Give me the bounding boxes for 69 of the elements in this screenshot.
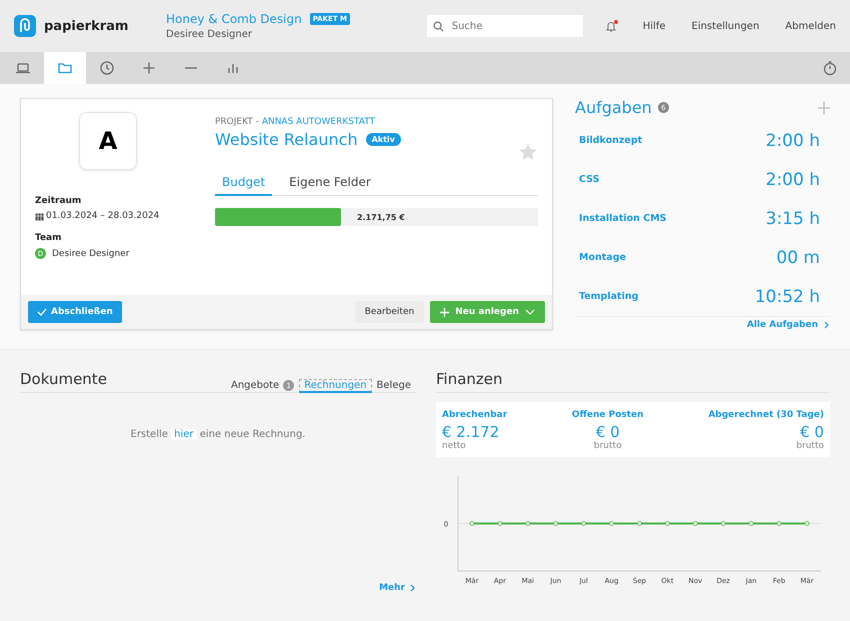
add-task-button[interactable]	[818, 102, 830, 114]
team-label: Team	[35, 233, 62, 243]
notification-button[interactable]	[604, 20, 617, 32]
plus-icon	[818, 102, 830, 114]
customer-link[interactable]: ANNAS AUTOWERKSTATT	[262, 117, 376, 127]
project-title: Website Relaunch	[215, 130, 358, 149]
documents-title: Dokumente	[20, 370, 107, 390]
chevron-right-icon	[822, 320, 830, 330]
paperclip-logo-icon	[14, 15, 36, 37]
document-tab[interactable]: Rechnungen	[299, 379, 372, 393]
task-name[interactable]: CSS	[579, 174, 600, 185]
header-link[interactable]: Abmelden	[785, 20, 836, 32]
user-name: Desiree Designer	[166, 29, 254, 40]
caret-icon	[525, 309, 535, 315]
member-name: Desiree Designer	[52, 248, 130, 258]
stat-value: € 2.172	[442, 423, 500, 441]
header-link[interactable]: Einstellungen	[692, 20, 760, 32]
tasks-title: Aufgaben	[575, 98, 652, 117]
all-tasks-link[interactable]: Alle Aufgaben	[575, 316, 830, 330]
stat-label[interactable]: Abgerechnet (30 Tage)	[708, 410, 824, 420]
task-name[interactable]: Installation CMS	[579, 213, 666, 224]
project-logo: A	[79, 112, 137, 170]
edit-button[interactable]: Bearbeiten	[354, 301, 424, 323]
finances-title: Finanzen	[436, 370, 503, 390]
stat-value: € 0	[596, 423, 620, 441]
stat-note: brutto	[796, 441, 824, 451]
new-button[interactable]: Neu anlegen	[430, 301, 545, 323]
task-time: 00 m	[776, 248, 820, 268]
stopwatch-icon	[822, 60, 838, 76]
stat-note: netto	[442, 441, 466, 451]
empty-message: Erstelle hier eine neue Rechnung.	[130, 429, 306, 440]
plus-icon	[141, 60, 157, 76]
stat-label[interactable]: Abrechenbar	[442, 410, 508, 420]
task-name[interactable]: Templating	[579, 291, 638, 302]
project-breadcrumb: PROJEKT - ANNAS AUTOWERKSTATT	[215, 117, 376, 127]
header-link[interactable]: Hilfe	[642, 20, 666, 32]
company-name[interactable]: Honey & Comb Design	[166, 12, 302, 26]
search-field[interactable]: Suche	[450, 16, 577, 36]
plus-icon	[440, 308, 450, 316]
document-tab[interactable]: Belege	[372, 379, 416, 393]
stat-note: brutto	[594, 441, 622, 451]
task-time: 10:52 h	[754, 286, 820, 306]
create-link[interactable]: hier	[171, 429, 196, 440]
task-time: 2:00 h	[766, 130, 820, 150]
more-link[interactable]: Mehr	[379, 583, 416, 593]
date-range: 01.03.2024 – 28.03.2024	[46, 211, 160, 221]
task-time: 2:00 h	[766, 170, 820, 190]
status-badge: Aktiv	[366, 133, 401, 146]
clock-icon	[99, 60, 115, 76]
task-name[interactable]: Montage	[579, 252, 626, 263]
period-label: Zeitraum	[35, 196, 82, 206]
brand-name: papierkram	[44, 18, 128, 34]
star-icon[interactable]	[518, 142, 538, 162]
complete-button[interactable]: Abschließen	[28, 301, 122, 323]
toolbar-button[interactable]	[44, 52, 86, 84]
task-time: 3:15 h	[766, 208, 820, 228]
stat-label[interactable]: Offene Posten	[572, 410, 644, 420]
project-tab[interactable]: Budget	[215, 171, 272, 196]
task-name[interactable]: Bildkonzept	[579, 135, 642, 146]
bell-icon	[604, 20, 617, 32]
search-icon	[432, 20, 444, 32]
project-tab[interactable]: Eigene Felder	[282, 171, 378, 196]
stat-value: € 0	[800, 423, 824, 441]
calendar-icon	[35, 212, 44, 220]
minus-icon	[185, 67, 197, 69]
search-box[interactable]: Suche	[426, 15, 583, 37]
chevron-right-icon	[408, 583, 416, 593]
check-icon	[37, 308, 47, 316]
budget-amount: 2.171,75 €	[356, 212, 405, 222]
